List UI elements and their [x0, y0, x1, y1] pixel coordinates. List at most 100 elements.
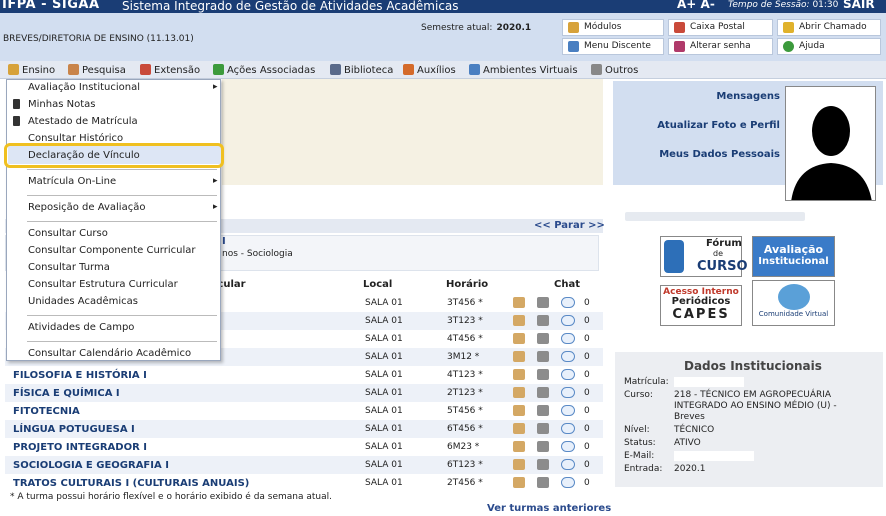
menu-discente-button[interactable]: Menu Discente — [562, 38, 664, 55]
chat-icon[interactable] — [561, 477, 575, 488]
meus-dados-link[interactable]: Meus Dados Pessoais — [640, 149, 780, 160]
megaphone-icon[interactable] — [537, 315, 549, 326]
comunidade-virtual-link[interactable]: Comunidade Virtual — [752, 280, 835, 326]
course-page-icon[interactable] — [513, 297, 525, 308]
top-bar: IFPA - SIGAA Sistema Integrado de Gestão… — [0, 0, 886, 13]
mensagens-link[interactable]: Mensagens — [640, 91, 780, 102]
dd-atestado-matricula[interactable]: Atestado de Matrícula — [28, 116, 138, 127]
course-page-icon[interactable] — [513, 459, 525, 470]
chat-icon[interactable] — [561, 459, 575, 470]
session-timer: Tempo de Sessão: 01:30 — [728, 0, 838, 10]
font-decrease-button[interactable]: A- — [701, 0, 715, 11]
menu-pesquisa-label: Pesquisa — [82, 65, 126, 76]
abrir-chamado-button[interactable]: Abrir Chamado — [777, 19, 881, 36]
course-page-icon[interactable] — [513, 351, 525, 362]
chat-icon[interactable] — [561, 423, 575, 434]
caixa-postal-label: Caixa Postal — [690, 22, 745, 32]
megaphone-icon[interactable] — [537, 477, 549, 488]
dd-minhas-notas[interactable]: Minhas Notas — [28, 99, 95, 110]
course-page-icon[interactable] — [513, 333, 525, 344]
chat-icon[interactable] — [561, 333, 575, 344]
course-name-link[interactable]: TRATOS CULTURAIS I (CULTURAIS ANUAIS) — [13, 478, 249, 489]
chat-icon[interactable] — [561, 369, 575, 380]
menu-outros[interactable]: Outros — [591, 64, 638, 76]
megaphone-icon[interactable] — [537, 459, 549, 470]
session-time: 01:30 — [812, 0, 839, 10]
system-title: Sistema Integrado de Gestão de Atividade… — [122, 0, 459, 13]
course-name-link[interactable]: SOCIOLOGIA E GEOGRAFIA I — [13, 460, 169, 471]
logout-link[interactable]: SAIR — [843, 0, 875, 11]
curso-line-3: Breves — [674, 412, 705, 422]
menu-biblioteca[interactable]: Biblioteca — [330, 64, 393, 76]
annotation-highlight-box — [4, 143, 224, 168]
course-page-icon[interactable] — [513, 423, 525, 434]
chat-count: 0 — [584, 316, 590, 326]
avatar[interactable] — [785, 86, 876, 201]
modulos-button[interactable]: Módulos — [562, 19, 664, 36]
megaphone-icon[interactable] — [537, 387, 549, 398]
course-name-link[interactable]: FITOTECNIA — [13, 406, 80, 417]
capes-periodicos-link[interactable]: Acesso Interno Periódicos CAPES — [660, 285, 742, 326]
course-name-link[interactable]: PROJETO INTEGRADOR I — [13, 442, 147, 453]
chat-icon[interactable] — [561, 297, 575, 308]
forum-people-icon — [664, 240, 684, 273]
course-name-link[interactable]: LÍNGUA POTUGUESA I — [13, 424, 135, 435]
dd-consultar-curso[interactable]: Consultar Curso — [28, 228, 108, 239]
course-name-link[interactable]: FILOSOFIA E HISTÓRIA I — [13, 370, 147, 381]
dd-matricula-online[interactable]: Matrícula On-Line — [28, 176, 218, 187]
parar-link[interactable]: << Parar >> — [534, 220, 605, 231]
chat-icon[interactable] — [561, 441, 575, 452]
modulos-label: Módulos — [584, 22, 622, 32]
table-row: SOCIOLOGIA E GEOGRAFIA I SALA 01 6T123 * 0 — [5, 456, 603, 474]
menu-acoes-associadas[interactable]: Ações Associadas — [213, 64, 315, 76]
library-icon — [330, 64, 341, 75]
curso-label: Curso: — [624, 390, 653, 400]
dropdown-separator — [27, 315, 217, 316]
dd-consultar-estrutura[interactable]: Consultar Estrutura Curricular — [28, 279, 178, 290]
dd-atividades-campo[interactable]: Atividades de Campo — [28, 322, 134, 333]
menu-ambientes-virtuais[interactable]: Ambientes Virtuais — [469, 64, 578, 76]
chat-icon[interactable] — [561, 351, 575, 362]
avaliacao-institucional-link[interactable]: Avaliação Institucional — [752, 236, 835, 277]
ver-turmas-anteriores-link[interactable]: Ver turmas anteriores — [487, 503, 611, 514]
dd-avaliacao-institucional[interactable]: Avaliação Institucional — [28, 82, 218, 93]
megaphone-icon[interactable] — [537, 423, 549, 434]
menu-ensino[interactable]: Ensino — [8, 64, 55, 76]
chat-icon[interactable] — [561, 405, 575, 416]
course-name-link[interactable]: FÍSICA E QUÍMICA I — [13, 388, 120, 399]
dd-unidades-academicas[interactable]: Unidades Acadêmicas — [28, 296, 138, 307]
atualizar-foto-link[interactable]: Atualizar Foto e Perfil — [640, 120, 780, 131]
chat-icon[interactable] — [561, 315, 575, 326]
megaphone-icon[interactable] — [537, 297, 549, 308]
megaphone-icon[interactable] — [537, 405, 549, 416]
dd-calendario-academico[interactable]: Consultar Calendário Acadêmico — [28, 348, 191, 359]
help-icon — [783, 41, 794, 52]
course-page-icon[interactable] — [513, 387, 525, 398]
turma-info-title: I — [222, 236, 226, 247]
forum-label-2: de — [713, 249, 723, 258]
megaphone-icon[interactable] — [537, 351, 549, 362]
menu-extensao[interactable]: Extensão — [140, 64, 200, 76]
course-page-icon[interactable] — [513, 405, 525, 416]
course-page-icon[interactable] — [513, 315, 525, 326]
alterar-senha-button[interactable]: Alterar senha — [668, 38, 773, 55]
course-page-icon[interactable] — [513, 369, 525, 380]
caixa-postal-button[interactable]: Caixa Postal — [668, 19, 773, 36]
menu-auxilios[interactable]: Auxílios — [403, 64, 456, 76]
menu-pesquisa[interactable]: Pesquisa — [68, 64, 126, 76]
course-page-icon[interactable] — [513, 477, 525, 488]
capes-label-3: CAPES — [672, 307, 730, 322]
forum-curso-link[interactable]: Fórum de CURSO — [660, 236, 748, 277]
dd-consultar-turma[interactable]: Consultar Turma — [28, 262, 110, 273]
chat-icon[interactable] — [561, 387, 575, 398]
ajuda-label: Ajuda — [799, 41, 825, 51]
megaphone-icon[interactable] — [537, 333, 549, 344]
megaphone-icon[interactable] — [537, 369, 549, 380]
col-chat: Chat — [554, 279, 580, 290]
megaphone-icon[interactable] — [537, 441, 549, 452]
font-increase-button[interactable]: A+ — [677, 0, 696, 11]
course-page-icon[interactable] — [513, 441, 525, 452]
ajuda-button[interactable]: Ajuda — [777, 38, 881, 55]
dd-reposicao-avaliacao[interactable]: Reposição de Avaliação — [28, 202, 218, 213]
dd-consultar-componente[interactable]: Consultar Componente Curricular — [28, 245, 196, 256]
